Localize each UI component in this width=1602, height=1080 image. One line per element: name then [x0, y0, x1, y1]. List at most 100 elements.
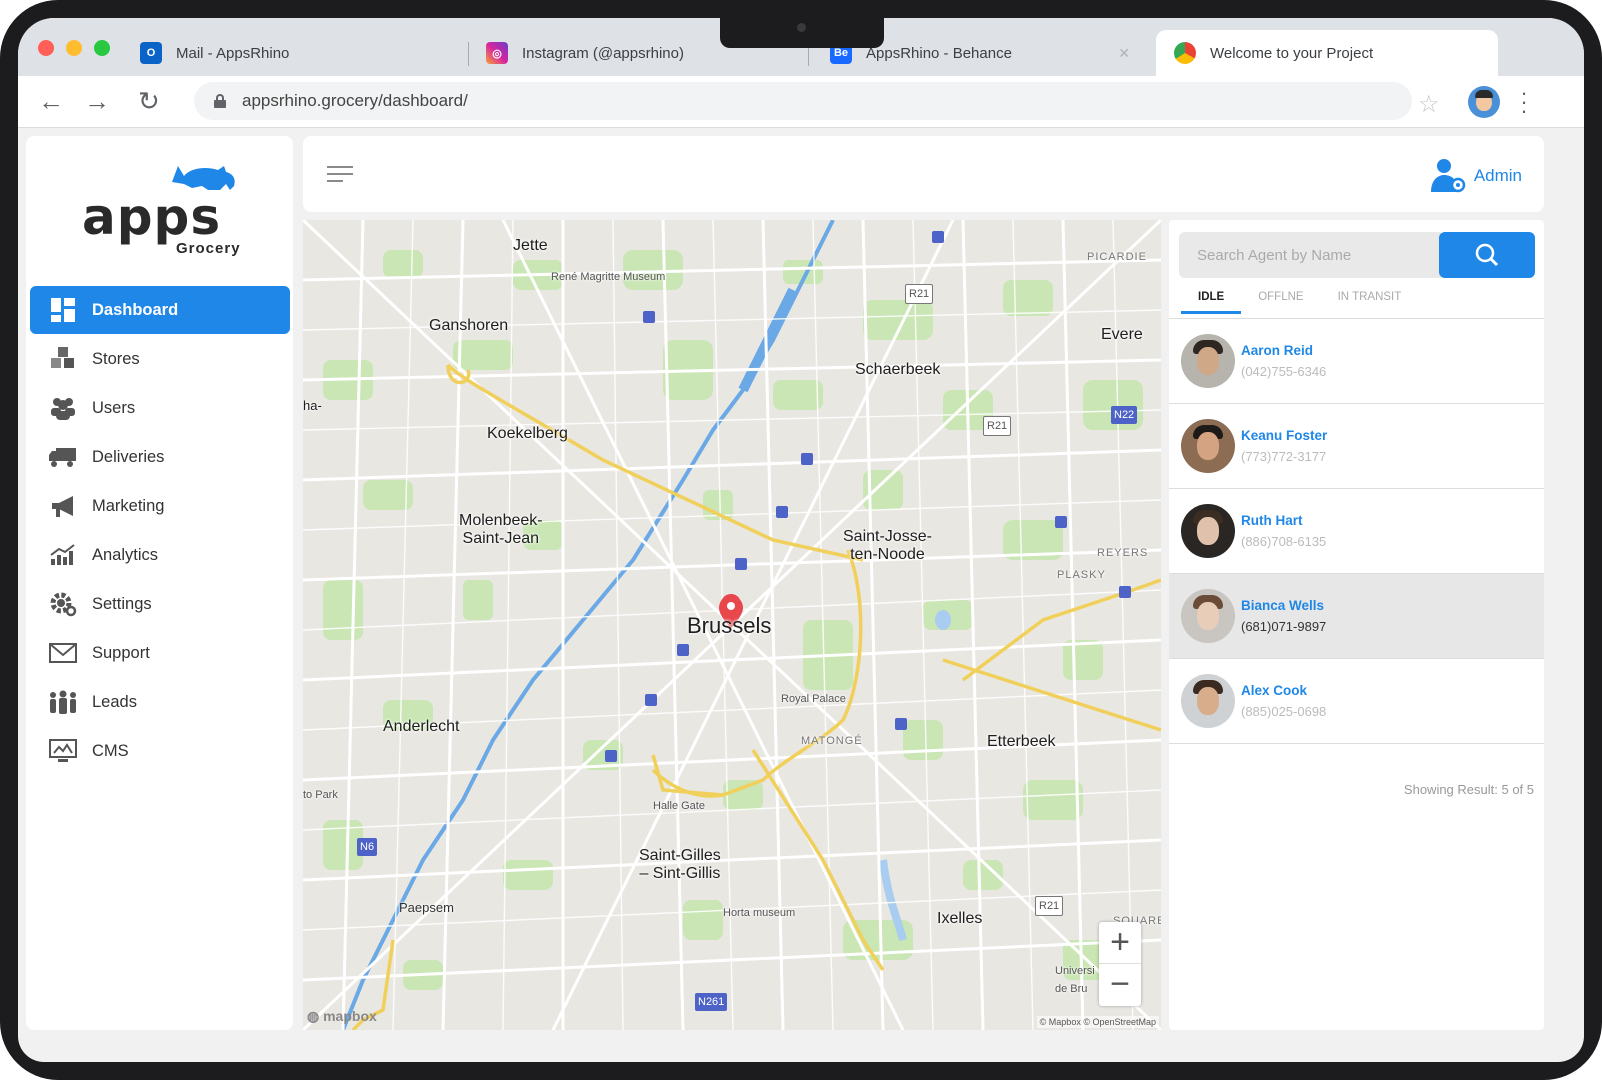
forward-icon[interactable]: →	[84, 88, 110, 114]
bookmark-star-icon[interactable]: ☆	[1418, 90, 1440, 119]
more-options-icon[interactable]: · · ·	[1520, 82, 1528, 122]
sidebar-item-label: Analytics	[92, 545, 159, 564]
agent-status-tabs: IDLE OFFLNE IN TRANSIT	[1181, 280, 1541, 314]
brand-sub: Grocery	[176, 240, 241, 257]
url-text: appsrhino.grocery/dashboard/	[242, 91, 468, 110]
map-label: Ixelles	[937, 910, 983, 927]
mail-icon	[48, 640, 78, 666]
mapbox-logo-icon: ◍	[307, 1008, 320, 1024]
map-label: ha-	[303, 398, 322, 413]
agent-row[interactable]: Alex Cook (885)025-0698	[1169, 659, 1544, 744]
sidebar-item-analytics[interactable]: Analytics	[30, 531, 290, 579]
hamburger-menu-icon[interactable]	[327, 166, 353, 184]
reload-icon[interactable]: ↻	[138, 88, 160, 114]
avatar	[1181, 674, 1235, 728]
agent-phone: (885)025-0698	[1241, 704, 1327, 719]
close-window-icon[interactable]	[38, 40, 54, 56]
maximize-window-icon[interactable]	[94, 40, 110, 56]
mapbox-logo[interactable]: ◍ mapbox	[307, 1008, 377, 1025]
admin-menu[interactable]: Admin	[1430, 158, 1522, 194]
map-label: Molenbeek- Saint-Jean	[459, 512, 543, 547]
map-label: Horta museum	[723, 907, 796, 919]
sidebar-item-deliveries[interactable]: Deliveries	[30, 433, 290, 481]
app-logo[interactable]: apps Grocery	[82, 160, 252, 260]
tab-label: AppsRhino - Behance	[866, 44, 1012, 62]
agent-phone: (773)772-3177	[1241, 449, 1327, 464]
sidebar-menu: Dashboard Stores Users Deliveries Market…	[30, 286, 290, 776]
sidebar-item-label: Dashboard	[92, 300, 179, 319]
zoom-out-button[interactable]: −	[1099, 964, 1141, 1006]
sidebar-item-support[interactable]: Support	[30, 629, 290, 677]
avatar	[1181, 419, 1235, 473]
analytics-icon	[48, 542, 78, 568]
map-label: Anderlecht	[383, 718, 460, 735]
back-icon[interactable]: ←	[38, 88, 64, 114]
map-label: Universi de Bru	[1055, 965, 1095, 995]
camera-notch	[720, 18, 884, 48]
sidebar-item-users[interactable]: Users	[30, 384, 290, 432]
sidebar-item-dashboard[interactable]: Dashboard	[30, 286, 290, 334]
search-button[interactable]	[1439, 232, 1535, 278]
users-icon	[48, 395, 78, 421]
instagram-icon: ◎	[486, 42, 508, 64]
sidebar-item-label: Users	[92, 398, 136, 417]
agent-row[interactable]: Ruth Hart (886)708-6135	[1169, 489, 1544, 574]
road-sign: N22	[1111, 406, 1138, 424]
map-label: Jette	[513, 237, 548, 254]
sidebar-item-label: Deliveries	[92, 447, 165, 466]
agent-row[interactable]: Keanu Foster (773)772-3177	[1169, 404, 1544, 489]
chrome-icon	[1174, 42, 1196, 64]
map-label: Schaerbeek	[855, 361, 941, 378]
browser-tab-mail[interactable]: O Mail - AppsRhino	[140, 30, 460, 76]
stores-icon	[48, 346, 78, 372]
agent-row[interactable]: Aaron Reid (042)755-6346	[1169, 319, 1544, 404]
agent-phone: (042)755-6346	[1241, 364, 1327, 379]
map-label: Etterbeek	[987, 733, 1056, 750]
agent-name: Ruth Hart	[1241, 513, 1303, 528]
agent-list: Aaron Reid (042)755-6346 Keanu Foster (773…	[1169, 318, 1544, 744]
sidebar-item-label: Leads	[92, 692, 137, 711]
tab-label: Welcome to your Project	[1210, 44, 1374, 62]
map-label: REYERS	[1097, 547, 1149, 559]
map-label: René Magritte Museum	[551, 271, 666, 283]
agent-phone: (886)708-6135	[1241, 534, 1327, 549]
address-bar[interactable]: appsrhino.grocery/dashboard/	[194, 82, 1412, 120]
sidebar-item-stores[interactable]: Stores	[30, 335, 290, 383]
map-attribution[interactable]: © Mapbox © OpenStreetMap	[1036, 1016, 1159, 1028]
agent-name: Bianca Wells	[1241, 598, 1325, 613]
megaphone-icon	[48, 493, 78, 519]
tab-offline[interactable]: OFFLNE	[1241, 280, 1320, 314]
map-label: to Park	[303, 789, 338, 801]
map-view[interactable]: R21 R21 R21 N22 N6 N261 Jette René Magri…	[303, 220, 1161, 1030]
sidebar-item-leads[interactable]: Leads	[30, 678, 290, 726]
sidebar-item-marketing[interactable]: Marketing	[30, 482, 290, 530]
map-label: Koekelberg	[487, 425, 568, 442]
avatar	[1181, 589, 1235, 643]
tab-in-transit[interactable]: IN TRANSIT	[1321, 280, 1419, 314]
sidebar-item-label: Marketing	[92, 496, 165, 515]
agent-search-input[interactable]	[1179, 232, 1441, 278]
search-icon	[1475, 243, 1499, 267]
map-label: Paepsem	[399, 900, 454, 915]
agent-row-selected[interactable]: Bianca Wells (681)071-9897	[1169, 574, 1544, 659]
screen: O Mail - AppsRhino ◎ Instagram (@appsrhi…	[18, 18, 1584, 1062]
sidebar-item-cms[interactable]: CMS	[30, 727, 290, 775]
close-tab-icon[interactable]: ✕	[1118, 45, 1130, 62]
cms-icon	[48, 738, 78, 764]
sidebar-item-settings[interactable]: Settings	[30, 580, 290, 628]
admin-user-icon	[1430, 159, 1466, 193]
tab-idle[interactable]: IDLE	[1181, 280, 1242, 314]
road-sign: R21	[1035, 896, 1064, 916]
avatar	[1181, 504, 1235, 558]
browser-tab-project[interactable]: Welcome to your Project	[1156, 30, 1498, 76]
profile-avatar[interactable]	[1468, 86, 1500, 118]
avatar	[1181, 334, 1235, 388]
minimize-window-icon[interactable]	[66, 40, 82, 56]
map-label: Royal Palace	[781, 693, 846, 705]
tab-label: Mail - AppsRhino	[176, 44, 290, 62]
top-header: Admin	[303, 136, 1544, 212]
agent-name: Alex Cook	[1241, 683, 1308, 698]
map-label: Evere	[1101, 326, 1143, 343]
sidebar-item-label: Support	[92, 643, 150, 662]
zoom-in-button[interactable]: +	[1099, 922, 1141, 964]
